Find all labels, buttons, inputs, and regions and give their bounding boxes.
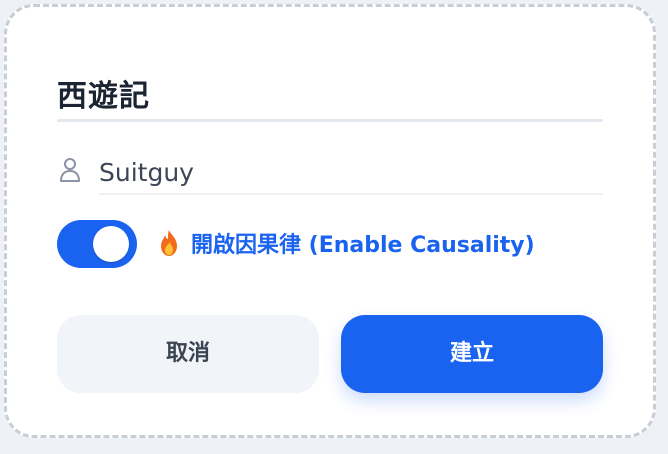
causality-toggle[interactable] bbox=[57, 220, 137, 268]
causality-label[interactable]: 開啟因果律 (Enable Causality) bbox=[157, 229, 535, 259]
create-dialog: 西遊記 Suitguy 開啟因果律 (Enable Causality) 取消 … bbox=[4, 4, 656, 438]
causality-label-text: 開啟因果律 (Enable Causality) bbox=[191, 233, 535, 258]
cancel-button[interactable]: 取消 bbox=[57, 315, 319, 393]
user-row: Suitguy bbox=[57, 153, 603, 197]
toggle-knob bbox=[93, 226, 129, 262]
user-name-field[interactable]: Suitguy bbox=[99, 153, 603, 195]
dialog-title: 西遊記 bbox=[57, 79, 150, 114]
create-button[interactable]: 建立 bbox=[341, 315, 603, 393]
title-divider bbox=[57, 119, 603, 122]
flame-icon bbox=[161, 230, 177, 256]
user-icon bbox=[60, 158, 80, 182]
